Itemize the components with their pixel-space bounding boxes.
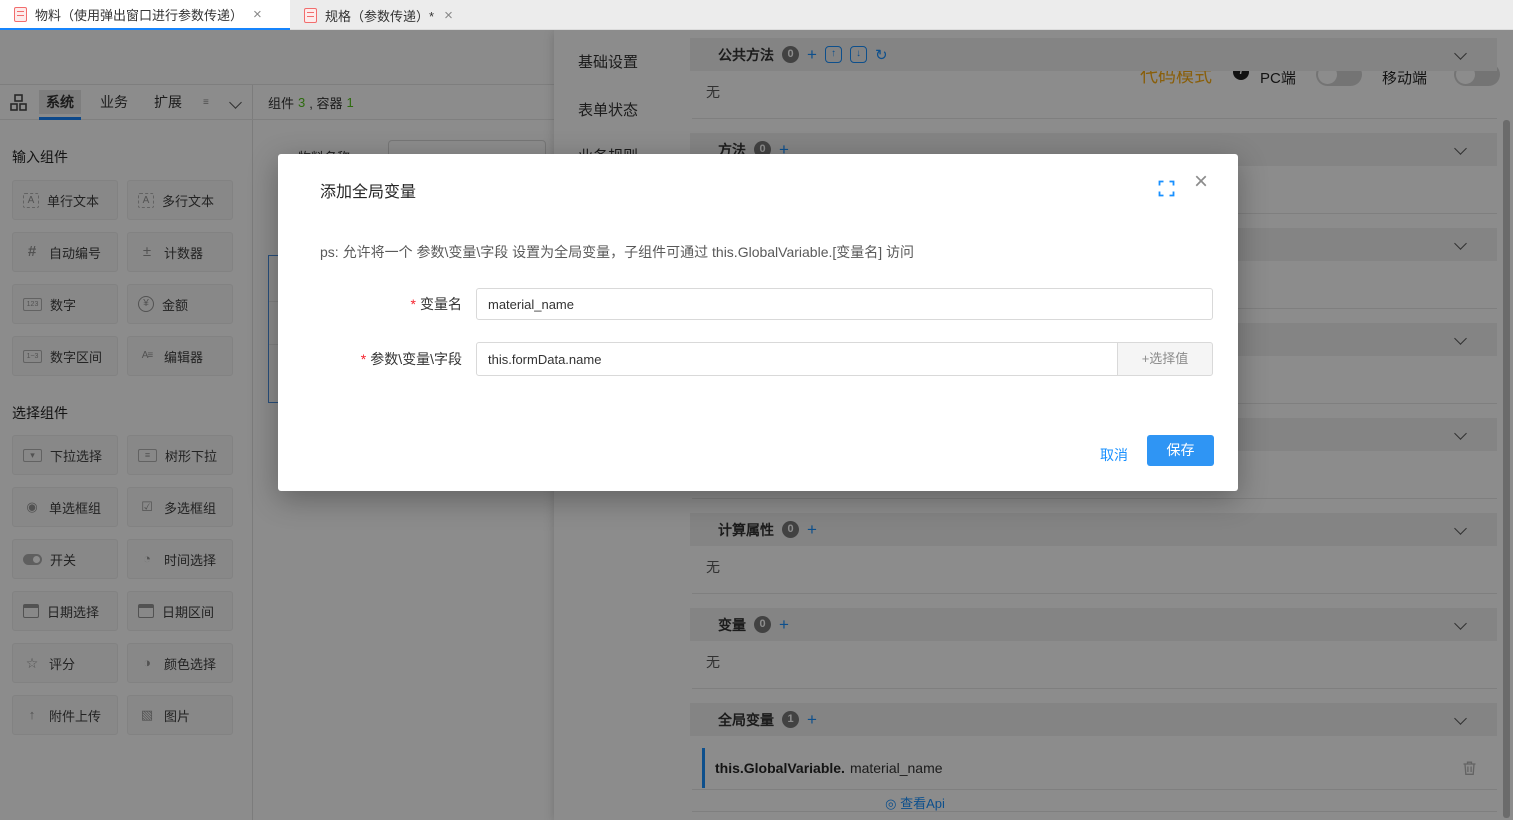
pick-value-button[interactable]: +选择值 — [1117, 342, 1213, 376]
add-global-variable-dialog: 添加全局变量 × ps: 允许将一个 参数\变量\字段 设置为全局变量，子组件可… — [278, 154, 1238, 491]
required-asterisk: * — [361, 351, 366, 367]
tab-label: 规格（参数传递）* — [325, 6, 434, 25]
form-document-icon — [304, 8, 317, 23]
dialog-title: 添加全局变量 — [320, 178, 416, 202]
dialog-description: ps: 允许将一个 参数\变量\字段 设置为全局变量，子组件可通过 this.G… — [320, 242, 914, 262]
tab-label: 物料（使用弹出窗口进行参数传递） — [35, 5, 243, 24]
app-window: 物料（使用弹出窗口进行参数传递） × 规格（参数传递）* × 系统 业务 扩展 … — [0, 0, 1513, 820]
source-field-label: *参数\变量\字段 — [278, 343, 462, 375]
tab-material[interactable]: 物料（使用弹出窗口进行参数传递） × — [0, 0, 290, 30]
fullscreen-icon[interactable] — [1158, 180, 1175, 197]
cancel-button[interactable]: 取消 — [1086, 441, 1142, 469]
save-button[interactable]: 保存 — [1147, 435, 1214, 466]
tab-spec[interactable]: 规格（参数传递）* × — [290, 0, 482, 30]
variable-name-label: *变量名 — [278, 288, 462, 320]
required-asterisk: * — [411, 296, 416, 312]
tab-bar: 物料（使用弹出窗口进行参数传递） × 规格（参数传递）* × — [0, 0, 1513, 30]
close-icon[interactable]: × — [1194, 170, 1208, 194]
close-tab-icon[interactable]: × — [253, 6, 262, 23]
form-document-icon — [14, 7, 27, 22]
close-tab-icon[interactable]: × — [444, 7, 453, 24]
source-field-input[interactable] — [476, 342, 1118, 376]
variable-name-input[interactable] — [476, 288, 1213, 320]
